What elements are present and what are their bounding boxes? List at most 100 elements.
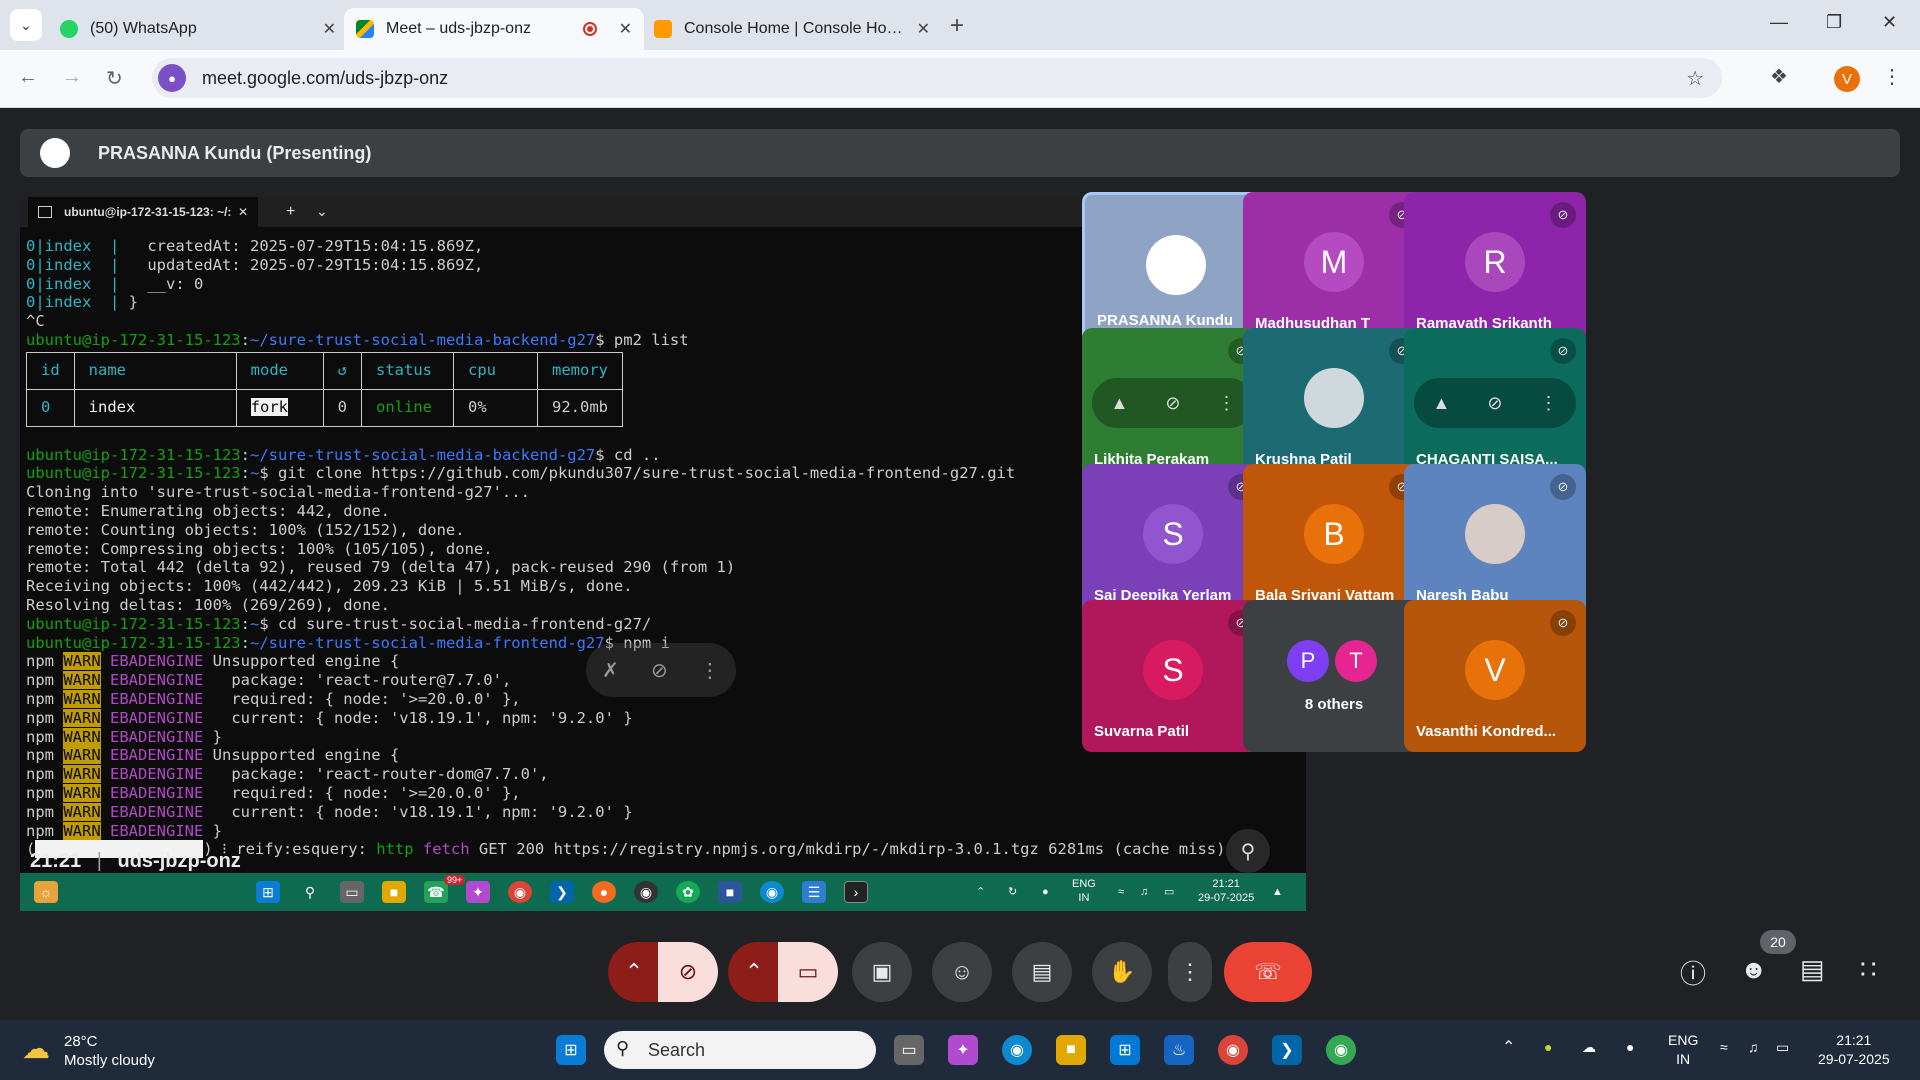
windows-start-icon[interactable]: ⊞ (556, 1035, 586, 1065)
remove-icon[interactable]: ⊘ (1487, 393, 1502, 414)
weather-desc: Mostly cloudy (64, 1052, 155, 1069)
participant-tile[interactable]: PRASANNA Kundu (1082, 192, 1264, 344)
tile-controls: ▲ ⊘ ⋮ (1092, 378, 1254, 428)
participant-tile[interactable]: B ⊘ Bala Srivani Vattam (1243, 464, 1425, 616)
shared-windows-taskbar: ☼ ⊞ ⚲ ▭ ■ ☎ 99+ ✦ ◉ ❯ ● ◉ ✿ ■ ◉ ☰ › ⌃ ↻ … (20, 873, 1306, 911)
more-icon[interactable]: ⋮ (1217, 393, 1235, 414)
video-options-button[interactable]: ⌃ (728, 942, 780, 1002)
volume-icon[interactable]: ♫ (1748, 1038, 1759, 1057)
audio-options-button[interactable]: ⌃ (608, 942, 660, 1002)
captions-button[interactable]: ▤ (1012, 942, 1072, 1002)
mysql-icon[interactable]: ♨ (1164, 1035, 1194, 1065)
pm2-header: memory (537, 351, 624, 390)
others-tile[interactable]: P T 8 others (1243, 600, 1425, 752)
people-icon[interactable]: ☻ (1740, 954, 1767, 985)
recording-icon (582, 22, 597, 36)
close-tab-icon[interactable]: ✕ (917, 19, 930, 39)
restore-icon[interactable]: ❐ (1826, 12, 1842, 33)
sync-icon: ↻ (1008, 886, 1018, 898)
edge-icon[interactable]: ◉ (1002, 1035, 1032, 1065)
terminal-icon (38, 206, 52, 218)
clock[interactable]: 21:21 29-07-2025 (1818, 1031, 1890, 1069)
cloud-sync-icon[interactable]: ☁ (1582, 1038, 1596, 1057)
close-icon: ✕ (237, 205, 248, 219)
zoom-icon[interactable]: ⚲ (1226, 829, 1270, 873)
bookmark-star-icon[interactable]: ☆ (1686, 66, 1704, 91)
profile-avatar[interactable]: V (1834, 66, 1860, 92)
taskbar-search[interactable]: ⚲ Search (604, 1031, 876, 1069)
language-indicator[interactable]: ENG IN (1668, 1031, 1698, 1069)
chevron-up-icon[interactable]: ⌃ (1502, 1038, 1515, 1057)
avatar (1146, 235, 1206, 295)
participant-tile[interactable]: ▲ ⊘ ⋮ ⊘ Likhita Perakam (1082, 328, 1264, 480)
participant-tile[interactable]: R ⊘ Ramavath Srikanth (1404, 192, 1586, 344)
wifi-icon[interactable]: ≈ (1720, 1038, 1728, 1057)
tab-console[interactable]: Console Home | Console Home ✕ (642, 8, 942, 50)
mic-off-button[interactable]: ⊘ (658, 942, 718, 1002)
minimize-icon[interactable]: — (1770, 12, 1788, 33)
raise-hand-button[interactable]: ✋ (1092, 942, 1152, 1002)
tab-meet[interactable]: Meet – uds-jbzp-onz ✕ (344, 8, 644, 50)
copilot-icon[interactable]: ✦ (948, 1035, 978, 1065)
tab-search-chevron-icon[interactable]: ⌄ (10, 9, 42, 41)
vscode-icon: ❯ (550, 881, 574, 903)
search-icon: ⚲ (304, 883, 316, 900)
present-screen-button[interactable]: ▣ (852, 942, 912, 1002)
meeting-code: uds-jbzp-onz (117, 850, 241, 872)
participant-tile[interactable]: ⊘ Krushna Patil (1243, 328, 1425, 480)
chrome-icon[interactable]: ◉ (1218, 1035, 1248, 1065)
mic-icon[interactable]: ● (1626, 1038, 1634, 1057)
file-explorer-icon[interactable]: ■ (1056, 1035, 1086, 1065)
search-icon: ⚲ (616, 1038, 630, 1058)
people-count-badge: 20 (1760, 930, 1796, 954)
mic-off-icon: ⊘ (1550, 338, 1576, 364)
leave-call-button[interactable]: ☏ (1224, 942, 1312, 1002)
reload-icon[interactable]: ↻ (106, 66, 123, 91)
participant-tile[interactable]: V ⊘ Vasanthi Kondred... (1404, 600, 1586, 752)
pin-icon[interactable]: ▲ (1433, 393, 1451, 414)
participant-tile[interactable]: ⊘ Naresh Babu (1404, 464, 1586, 616)
chrome-profile-icon[interactable]: ◉ (1326, 1035, 1356, 1065)
emoji-reaction-button[interactable]: ☺ (932, 942, 992, 1002)
url-text: meet.google.com/uds-jbzp-onz (202, 67, 449, 88)
participant-tile[interactable]: S ⊘ Sai Deepika Yerlam (1082, 464, 1264, 616)
forward-icon[interactable]: → (62, 66, 82, 89)
pm2-header: id (26, 351, 75, 390)
tile-controls: ▲ ⊘ ⋮ (1414, 378, 1576, 428)
back-icon[interactable]: ← (18, 66, 38, 89)
pin-icon[interactable]: ▲ (1111, 393, 1129, 414)
pm2-cell: index (73, 388, 237, 427)
app-tray-icon[interactable]: ● (1544, 1038, 1552, 1057)
extensions-icon[interactable]: ❖ (1770, 64, 1788, 89)
avatar: S (1143, 504, 1203, 564)
participant-tile[interactable]: S ⊘ Suvarna Patil (1082, 600, 1264, 752)
close-window-icon[interactable]: ✕ (1882, 12, 1897, 33)
new-tab-button[interactable]: + (950, 12, 964, 40)
task-view-icon[interactable]: ▭ (894, 1035, 924, 1065)
participant-name: Suvarna Patil (1094, 723, 1190, 740)
address-bar[interactable]: ● meet.google.com/uds-jbzp-onz ☆ (152, 58, 1722, 98)
avatar: S (1143, 640, 1203, 700)
pm2-header: mode (235, 351, 324, 390)
menu-kebab-icon[interactable]: ⋮ (1882, 64, 1902, 89)
activities-icon[interactable]: ∷ (1860, 954, 1877, 985)
mute-icon[interactable]: ⊘ (1165, 393, 1180, 414)
chat-icon[interactable]: ▤ (1800, 954, 1825, 985)
meeting-details-icon[interactable]: ⓘ (1680, 954, 1706, 991)
mic-site-icon[interactable]: ● (158, 64, 186, 92)
close-tab-icon[interactable]: ✕ (323, 19, 336, 39)
avatar-photo (1304, 368, 1364, 428)
vscode-icon[interactable]: ❯ (1272, 1035, 1302, 1065)
mic-off-icon: ⊘ (1550, 610, 1576, 636)
weather-widget[interactable]: 28°C Mostly cloudy (64, 1032, 155, 1070)
tab-whatsapp[interactable]: (50) WhatsApp ✕ (48, 8, 348, 50)
more-icon[interactable]: ⋮ (1539, 393, 1557, 414)
battery-icon[interactable]: ▭ (1776, 1038, 1789, 1057)
weather-cloudy-icon[interactable]: ☁ (22, 1032, 50, 1065)
camera-off-button[interactable]: ▭ (778, 942, 838, 1002)
close-tab-icon[interactable]: ✕ (619, 19, 632, 39)
participant-tile[interactable]: M ⊘ Madhusudhan T (1243, 192, 1425, 344)
more-options-button[interactable]: ⋮ (1168, 942, 1212, 1002)
store-icon[interactable]: ⊞ (1110, 1035, 1140, 1065)
participant-tile[interactable]: ▲ ⊘ ⋮ ⊘ CHAGANTI SAISA... (1404, 328, 1586, 480)
